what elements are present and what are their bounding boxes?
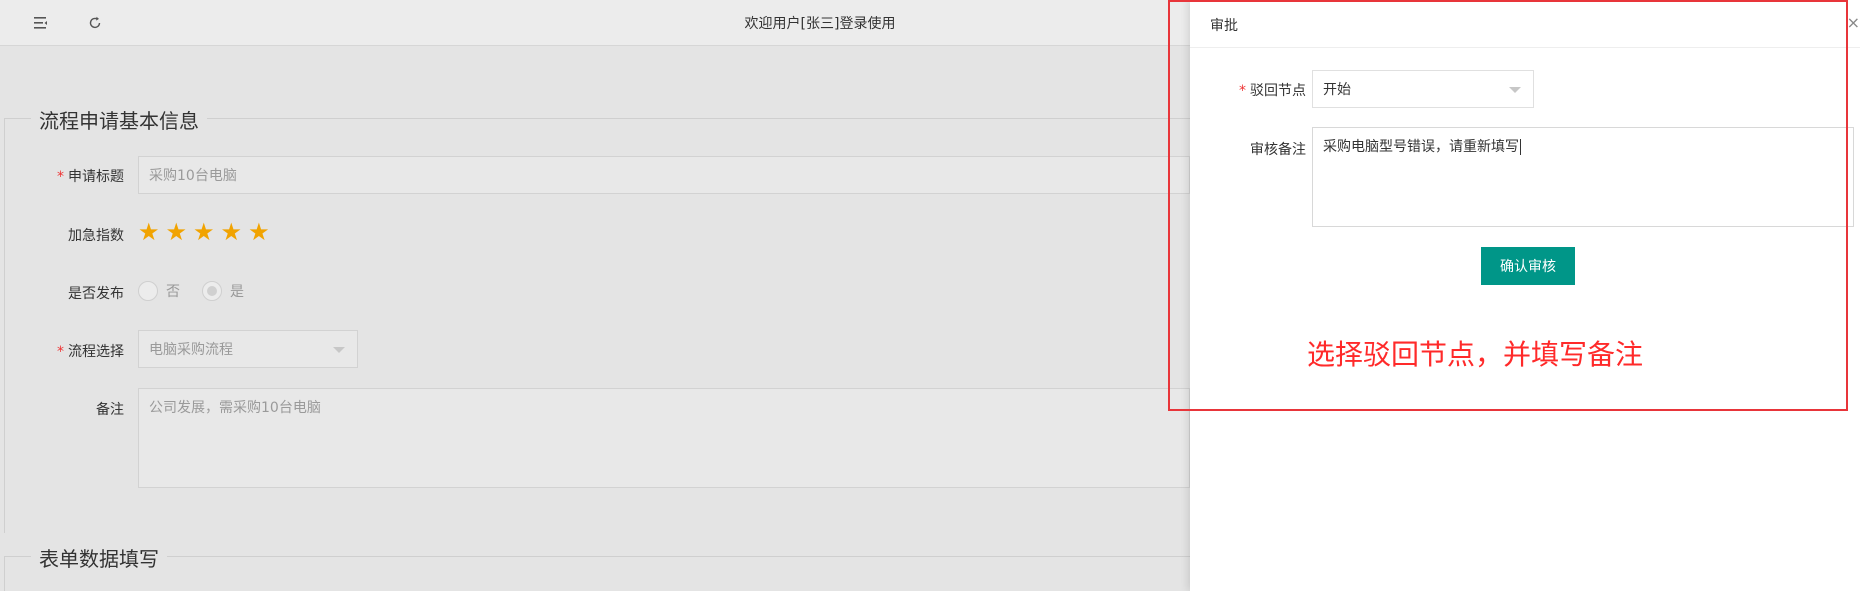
radio-yes[interactable]: [202, 281, 222, 301]
required-mark: *: [57, 344, 64, 360]
process-select[interactable]: 电脑采购流程: [138, 330, 358, 368]
radio-no[interactable]: [138, 281, 158, 301]
urgency-label: 加急指数: [68, 228, 124, 244]
title-label: * 申请标题: [57, 169, 124, 185]
star-icon[interactable]: ★: [166, 220, 188, 244]
star-icon[interactable]: ★: [193, 220, 215, 244]
process-label: * 流程选择: [57, 344, 124, 360]
remark-textarea[interactable]: 公司发展，需采购10台电脑: [138, 388, 1190, 488]
star-icon[interactable]: ★: [138, 220, 160, 244]
title-input[interactable]: 采购10台电脑: [138, 156, 1190, 194]
form-data-section: 表单数据填写: [4, 543, 1204, 591]
chevron-down-icon: [333, 347, 345, 353]
radio-yes-label: 是: [230, 284, 244, 300]
close-icon[interactable]: ×: [1847, 13, 1860, 32]
main-form-area: 流程申请基本信息 * 申请标题 采购10台电脑 加急指数 ★ ★ ★ ★ ★ 是否…: [0, 46, 1204, 591]
urgency-rating[interactable]: ★ ★ ★ ★ ★: [138, 220, 270, 244]
star-icon[interactable]: ★: [248, 220, 270, 244]
publish-radio-group: 否 是: [138, 281, 244, 301]
section-title-form-data: 表单数据填写: [31, 543, 167, 572]
process-select-value: 电脑采购流程: [149, 342, 233, 358]
radio-no-label: 否: [166, 284, 180, 300]
star-icon[interactable]: ★: [221, 220, 243, 244]
publish-label: 是否发布: [68, 286, 124, 302]
required-mark: *: [57, 169, 64, 185]
annotation-highlight-box: [1168, 0, 1848, 411]
section-title-basic-info: 流程申请基本信息: [31, 105, 207, 134]
remark-label: 备注: [96, 402, 124, 418]
